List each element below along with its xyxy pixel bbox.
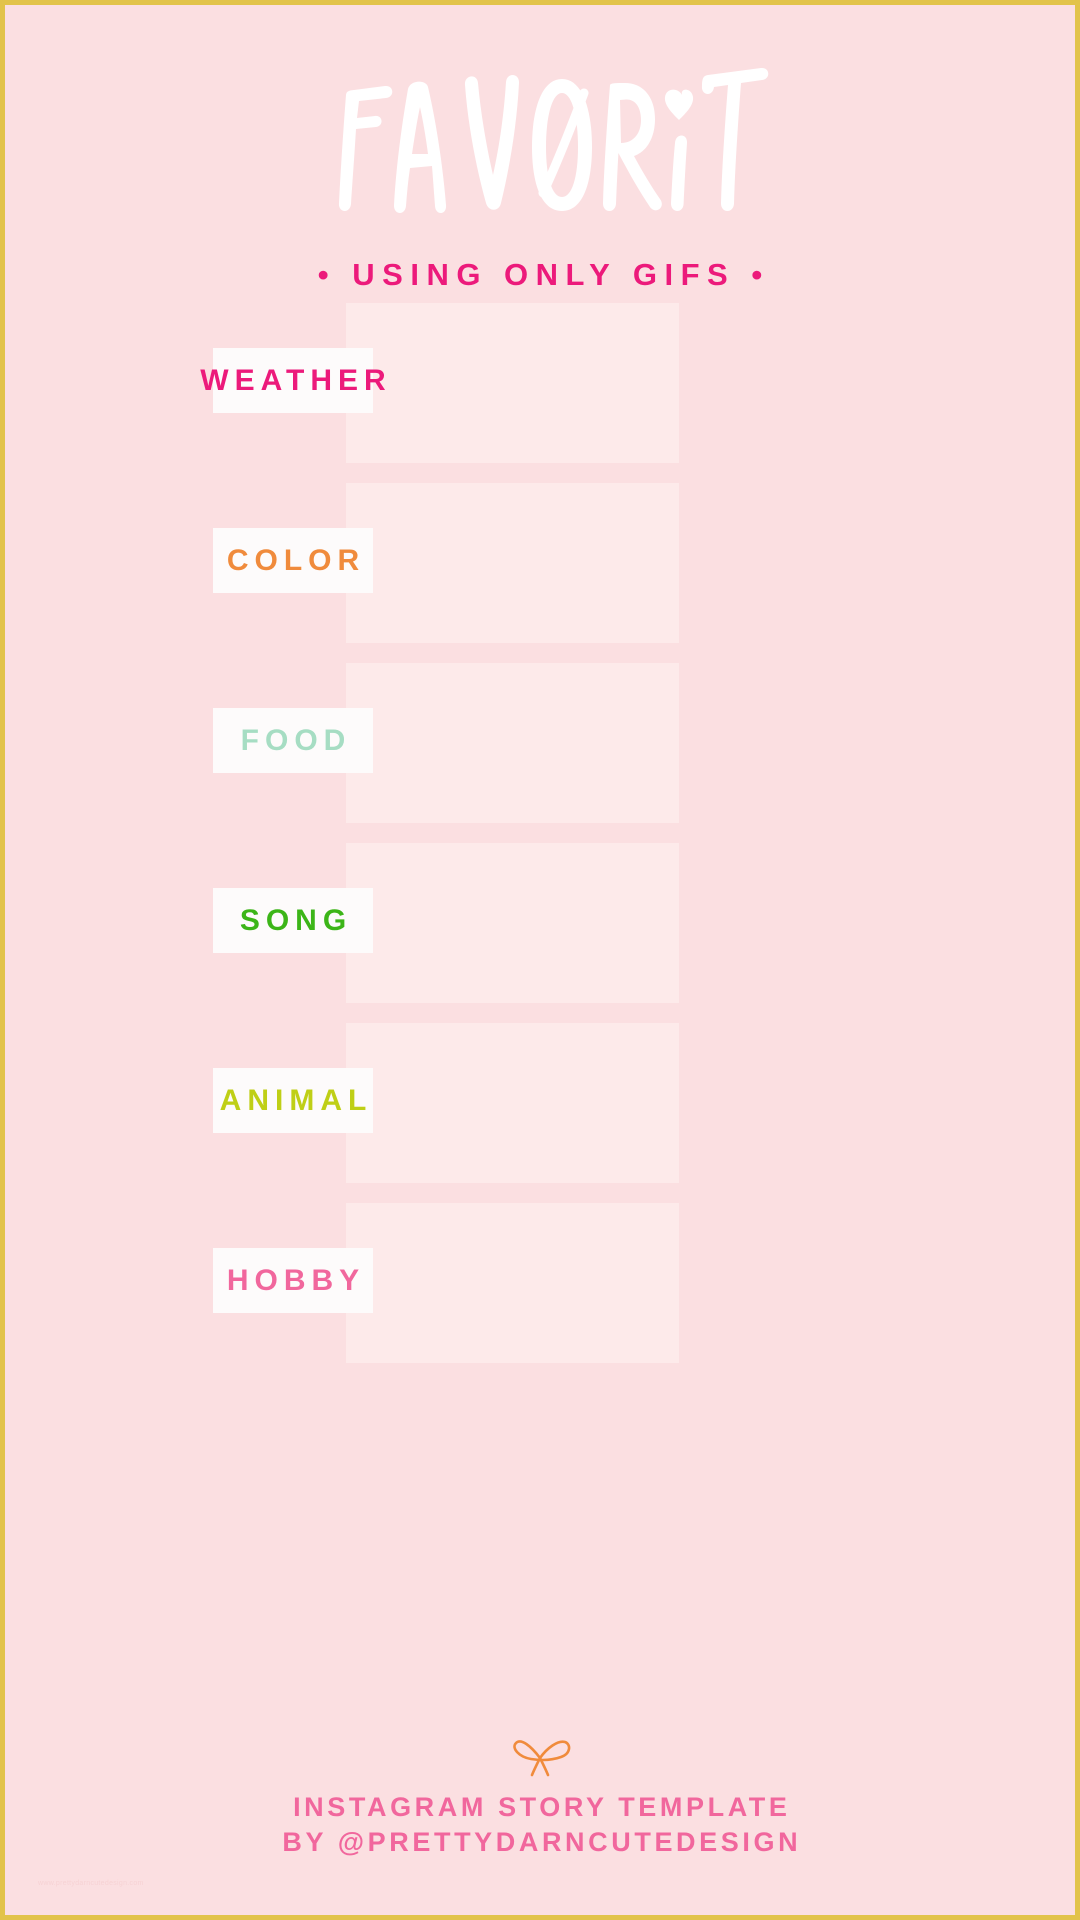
list-item: FOOD bbox=[5, 663, 1075, 843]
answer-area-food[interactable] bbox=[346, 663, 679, 823]
label-text-hobby: HOBBY bbox=[226, 1263, 366, 1297]
label-text-weather: WEATHER bbox=[200, 363, 392, 397]
label-box-hobby[interactable]: HOBBY bbox=[213, 1248, 373, 1313]
label-text-food: FOOD bbox=[240, 723, 352, 757]
label-box-color[interactable]: COLOR bbox=[213, 528, 373, 593]
bow-icon bbox=[513, 1739, 571, 1777]
label-text-color: COLOR bbox=[226, 543, 366, 577]
label-box-food[interactable]: FOOD bbox=[213, 708, 373, 773]
heart-icon bbox=[664, 89, 694, 120]
answer-area-weather[interactable] bbox=[346, 303, 679, 463]
list-item: SONG bbox=[5, 843, 1075, 1023]
list-item: ANIMAL bbox=[5, 1023, 1075, 1203]
label-text-animal: ANIMAL bbox=[219, 1083, 373, 1117]
footer: INSTAGRAM STORY TEMPLATE BY @PRETTYDARNC… bbox=[5, 1732, 1075, 1861]
label-box-weather[interactable]: WEATHER bbox=[200, 348, 386, 413]
page-title bbox=[338, 67, 770, 214]
answer-area-animal[interactable] bbox=[346, 1023, 679, 1183]
label-box-animal[interactable]: ANIMAL bbox=[213, 1068, 373, 1133]
story-template-canvas: • USING ONLY GIFS • WEATHER COLOR FOOD S… bbox=[0, 0, 1080, 1920]
label-box-song[interactable]: SONG bbox=[213, 888, 373, 953]
watermark: www.prettydarncutedesign.com bbox=[38, 1880, 144, 1887]
title-wrap bbox=[5, 43, 1075, 253]
answer-area-hobby[interactable] bbox=[346, 1203, 679, 1363]
subtitle: • USING ONLY GIFS • bbox=[317, 257, 770, 292]
favorites-list: WEATHER COLOR FOOD SONG ANIMAL HOBBY bbox=[5, 303, 1075, 1383]
label-text-song: SONG bbox=[239, 903, 353, 937]
credit-line-1: INSTAGRAM STORY TEMPLATE bbox=[293, 1791, 791, 1822]
answer-area-color[interactable] bbox=[346, 483, 679, 643]
header: • USING ONLY GIFS • bbox=[5, 5, 1075, 293]
answer-area-song[interactable] bbox=[346, 843, 679, 1003]
credit-line-2: BY @PRETTYDARNCUTEDESIGN bbox=[282, 1827, 802, 1858]
list-item: HOBBY bbox=[5, 1203, 1075, 1383]
list-item: WEATHER bbox=[5, 303, 1075, 483]
list-item: COLOR bbox=[5, 483, 1075, 663]
